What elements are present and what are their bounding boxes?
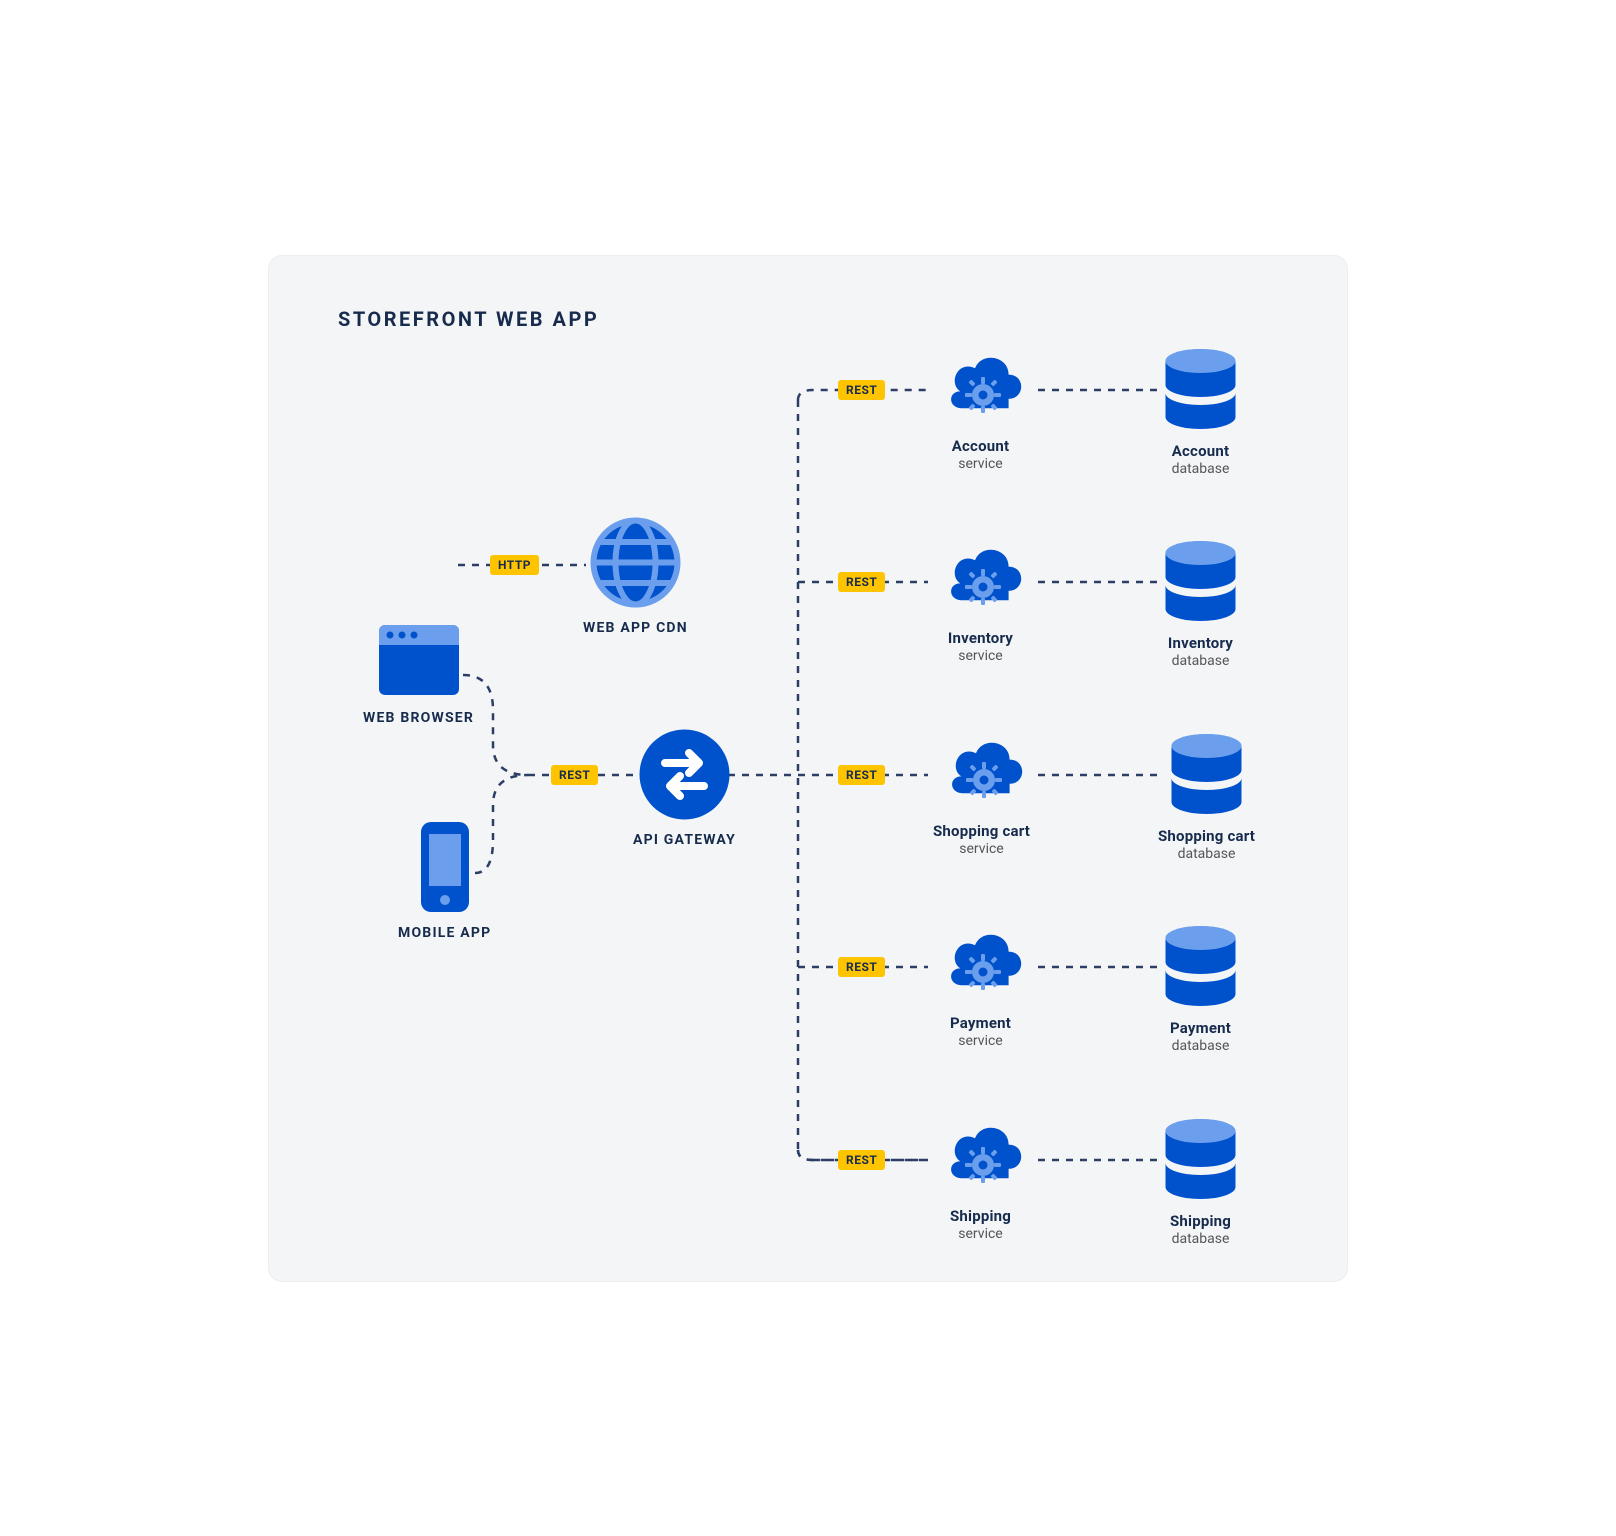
label-service-name: Shipping xyxy=(950,1207,1011,1225)
label-db-name: Account xyxy=(1172,442,1229,460)
node-web-browser: WEB BROWSER xyxy=(363,620,474,726)
cloud-service-icon xyxy=(934,732,1029,812)
label-service-name: Payment xyxy=(950,1014,1011,1032)
node-mobile-app: MOBILE APP xyxy=(398,820,491,941)
label-db-name: Inventory xyxy=(1168,634,1233,652)
badge-rest-1: REST xyxy=(838,380,885,400)
node-service-shopping-cart: Shopping cart service xyxy=(933,732,1030,857)
node-db-shopping-cart: Shopping cart database xyxy=(1158,732,1255,862)
label-db-name: Payment xyxy=(1170,1019,1231,1037)
label-service-name: Account xyxy=(952,437,1009,455)
label-db-sub: database xyxy=(1172,1038,1230,1054)
node-service-payment: Payment service xyxy=(933,924,1028,1049)
label-service-sub: service xyxy=(958,1033,1002,1049)
badge-rest-gateway: REST xyxy=(551,765,598,785)
label-db-name: Shipping xyxy=(1170,1212,1231,1230)
label-api-gateway: API GATEWAY xyxy=(633,832,736,848)
node-db-inventory: Inventory database xyxy=(1158,539,1243,669)
label-service-name: Inventory xyxy=(948,629,1013,647)
node-db-shipping: Shipping database xyxy=(1158,1117,1243,1247)
globe-icon xyxy=(588,515,683,610)
database-icon xyxy=(1158,924,1243,1009)
label-db-sub: database xyxy=(1172,1231,1230,1247)
cloud-service-icon xyxy=(933,539,1028,619)
label-service-sub: service xyxy=(959,841,1003,857)
label-mobile-app: MOBILE APP xyxy=(398,925,491,941)
label-service-sub: service xyxy=(958,1226,1002,1242)
label-cdn: WEB APP CDN xyxy=(583,620,688,636)
badge-http: HTTP xyxy=(490,555,539,575)
database-icon xyxy=(1158,1117,1243,1202)
cloud-service-icon xyxy=(933,1117,1028,1197)
node-api-gateway: API GATEWAY xyxy=(633,727,736,848)
badge-rest-4: REST xyxy=(838,957,885,977)
badge-rest-3: REST xyxy=(838,765,885,785)
database-icon xyxy=(1158,347,1243,432)
node-cdn: WEB APP CDN xyxy=(583,515,688,636)
diagram-title: STOREFRONT WEB APP xyxy=(338,307,599,331)
label-service-name: Shopping cart xyxy=(933,822,1030,840)
node-service-shipping: Shipping service xyxy=(933,1117,1028,1242)
label-db-name: Shopping cart xyxy=(1158,827,1255,845)
label-db-sub: database xyxy=(1172,461,1230,477)
label-db-sub: database xyxy=(1172,653,1230,669)
node-service-inventory: Inventory service xyxy=(933,539,1028,664)
node-service-account: Account service xyxy=(933,347,1028,472)
label-web-browser: WEB BROWSER xyxy=(363,710,474,726)
label-service-sub: service xyxy=(958,456,1002,472)
node-db-account: Account database xyxy=(1158,347,1243,477)
mobile-phone-icon xyxy=(415,820,475,915)
label-service-sub: service xyxy=(958,648,1002,664)
architecture-diagram: STOREFRONT WEB APP xyxy=(268,255,1348,1282)
badge-rest-2: REST xyxy=(838,572,885,592)
label-db-sub: database xyxy=(1178,846,1236,862)
database-icon xyxy=(1158,539,1243,624)
gateway-icon xyxy=(637,727,732,822)
badge-rest-5: REST xyxy=(838,1150,885,1170)
cloud-service-icon xyxy=(933,347,1028,427)
browser-window-icon xyxy=(374,620,464,700)
node-db-payment: Payment database xyxy=(1158,924,1243,1054)
cloud-service-icon xyxy=(933,924,1028,1004)
database-icon xyxy=(1164,732,1249,817)
